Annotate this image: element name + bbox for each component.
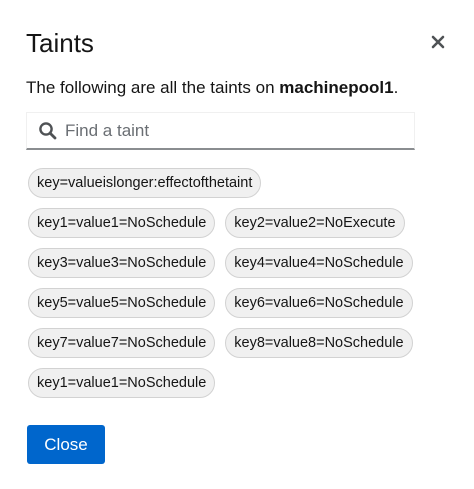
taint-chip: key5=value5=NoSchedule — [28, 288, 216, 318]
taint-chip: key=valueislonger:effectofthetaint — [28, 168, 262, 198]
description-suffix: . — [393, 78, 399, 97]
modal-title: Taints — [26, 28, 94, 58]
close-icon-svg — [431, 35, 445, 49]
close-button[interactable]: Close — [27, 425, 105, 464]
chip-row: key=valueislonger:effectofthetaint — [28, 168, 428, 198]
taint-chip: key1=value1=NoSchedule — [28, 368, 216, 398]
chip-row: key7=value7=NoSchedule key8=value8=NoSche… — [28, 328, 428, 358]
modal-description: The following are all the taints on mach… — [26, 76, 398, 100]
taint-chip: key2=value2=NoExecute — [225, 208, 405, 238]
chip-row: key5=value5=NoSchedule key6=value6=NoSche… — [28, 288, 428, 318]
taints-modal: Taints The following are all the taints … — [0, 0, 474, 489]
taint-chip: key1=value1=NoSchedule — [28, 208, 216, 238]
search-icon — [39, 121, 57, 139]
search-input[interactable] — [65, 120, 385, 141]
taint-chip: key8=value8=NoSchedule — [225, 328, 413, 358]
close-icon[interactable] — [430, 34, 446, 50]
taint-chip: key4=value4=NoSchedule — [225, 248, 413, 278]
search-box — [26, 112, 415, 150]
taint-chip-list: key=valueislonger:effectofthetaint key1=v… — [28, 168, 428, 408]
description-prefix: The following are all the taints on — [26, 78, 280, 97]
taint-chip: key6=value6=NoSchedule — [225, 288, 413, 318]
machine-pool-name: machinepool1 — [279, 78, 394, 97]
taint-chip: key7=value7=NoSchedule — [28, 328, 216, 358]
chip-row: key1=value1=NoSchedule — [28, 368, 428, 398]
chip-row: key1=value1=NoSchedule key2=value2=NoExec… — [28, 208, 428, 238]
taint-chip: key3=value3=NoSchedule — [28, 248, 216, 278]
chip-row: key3=value3=NoSchedule key4=value4=NoSche… — [28, 248, 428, 278]
